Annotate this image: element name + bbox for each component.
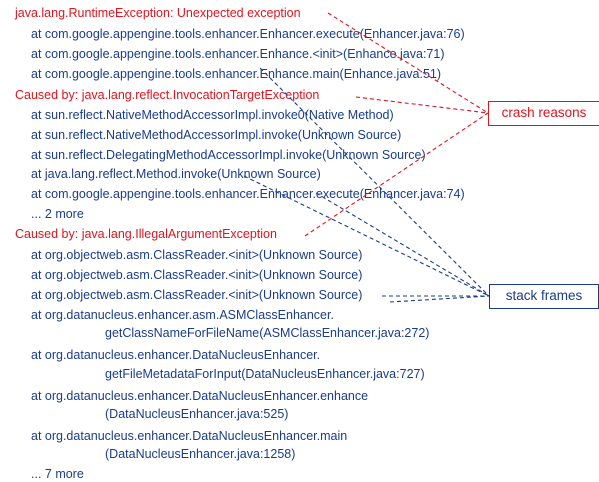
stack-frame-line: at org.objectweb.asm.ClassReader.<init>(… xyxy=(31,268,363,282)
stack-frame-line: at sun.reflect.NativeMethodAccessorImpl.… xyxy=(31,128,402,142)
stack-frame-line: at org.datanucleus.enhancer.DataNucleusE… xyxy=(31,348,321,362)
crash-reasons-label: crash reasons xyxy=(488,101,599,126)
stack-frame-line: at org.datanucleus.enhancer.DataNucleusE… xyxy=(31,429,348,443)
stack-frame-line: at org.datanucleus.enhancer.DataNucleusE… xyxy=(31,389,369,403)
stack-frame-line: at java.lang.reflect.Method.invoke(Unkno… xyxy=(31,167,321,181)
stack-frame-line: at org.objectweb.asm.ClassReader.<init>(… xyxy=(31,288,363,302)
stack-frame-line: at com.google.appengine.tools.enhancer.E… xyxy=(31,187,465,201)
exception-header: java.lang.RuntimeException: Unexpected e… xyxy=(15,6,301,20)
stack-frame-line: at org.datanucleus.enhancer.asm.ASMClass… xyxy=(31,308,334,322)
stack-trace: java.lang.RuntimeException: Unexpected e… xyxy=(0,0,599,481)
stack-frame-continuation: (DataNucleusEnhancer.java:525) xyxy=(105,407,289,421)
more-frames-line: ... 2 more xyxy=(31,207,84,221)
more-frames-line: ... 7 more xyxy=(31,467,84,481)
stack-frame-continuation: (DataNucleusEnhancer.java:1258) xyxy=(105,447,296,461)
stack-frames-label: stack frames xyxy=(489,284,599,309)
caused-by-line: Caused by: java.lang.reflect.InvocationT… xyxy=(15,88,320,102)
stack-frame-line: at com.google.appengine.tools.enhancer.E… xyxy=(31,27,465,41)
stack-frame-line: at com.google.appengine.tools.enhancer.E… xyxy=(31,67,442,81)
stack-frame-line: at com.google.appengine.tools.enhancer.E… xyxy=(31,47,445,61)
stack-frame-continuation: getFileMetadataForInput(DataNucleusEnhan… xyxy=(105,367,425,381)
stack-frame-continuation: getClassNameForFileName(ASMClassEnhancer… xyxy=(105,326,430,340)
stack-frame-line: at sun.reflect.NativeMethodAccessorImpl.… xyxy=(31,108,394,122)
stack-frame-line: at sun.reflect.DelegatingMethodAccessorI… xyxy=(31,148,426,162)
caused-by-line: Caused by: java.lang.IllegalArgumentExce… xyxy=(15,227,277,241)
stack-frame-line: at org.objectweb.asm.ClassReader.<init>(… xyxy=(31,248,363,262)
